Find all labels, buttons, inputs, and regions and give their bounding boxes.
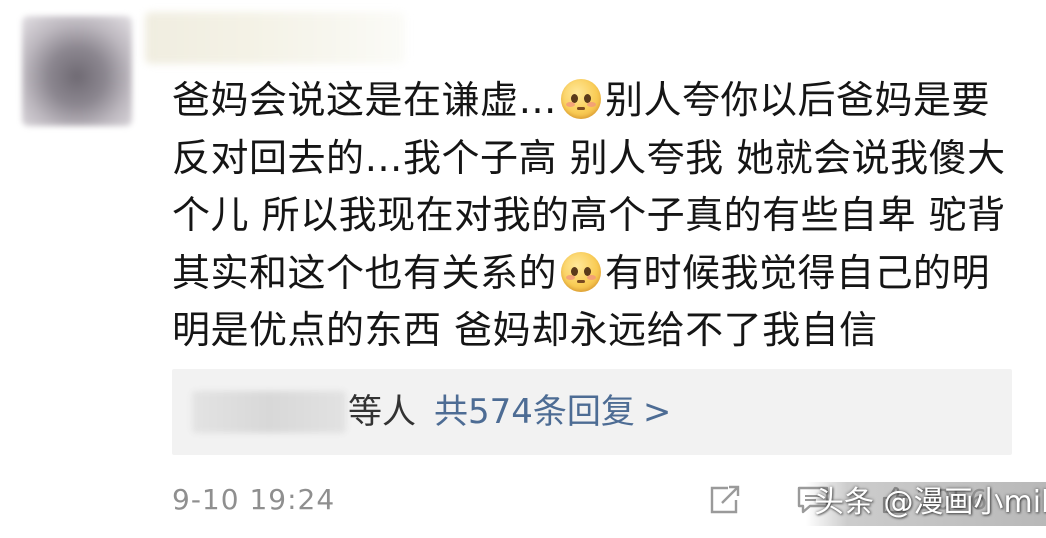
avatar[interactable] [22,16,132,126]
comment-line: 个儿 所以我现在对我的高个子真的有些自卑 驼背 [172,193,1006,237]
comment-line: 其实和这个也有关系的 有时候我觉得自己的明 [172,245,1032,303]
watermark: 头条 @漫画小miki [806,482,1046,526]
reply-others-label: 等人 [348,392,416,432]
comment-line: 反对回去的…我个子高 别人夸我 她就会说我傻大 [172,135,1006,180]
comment-text-segment: 爸妈会说这是在谦虚… [172,78,558,122]
reply-username-blurred [192,391,346,433]
comment-text-segment: 其实和这个也有关系的 [172,250,558,295]
comment-body: 爸妈会说这是在谦虚… 别人夸你以后爸妈是要 反对回去的…我个子高 别人夸我 她就会… [172,72,1032,360]
comment-text-segment: 有时候我觉得自己的明 [605,250,991,295]
username-blurred[interactable] [145,12,405,64]
flushed-face-emoji-icon [561,251,602,292]
comment-timestamp: 9-10 19:24 [172,483,336,516]
reply-count-label: 共574条回复 [434,392,635,432]
chevron-right-icon: > [642,392,672,432]
comment-line: 爸妈会说这是在谦虚… 别人夸你以后爸妈是要 [172,72,1032,130]
comment-text-segment: 别人夸你以后爸妈是要 [605,78,991,122]
replies-preview[interactable]: 等人 共574条回复 > [172,369,1012,455]
flushed-face-emoji-icon [561,79,602,119]
comment-line: 明是优点的东西 爸妈却永远给不了我自信 [172,308,878,352]
view-replies-link[interactable]: 共574条回复 > [434,389,671,435]
share-icon[interactable] [708,484,742,520]
